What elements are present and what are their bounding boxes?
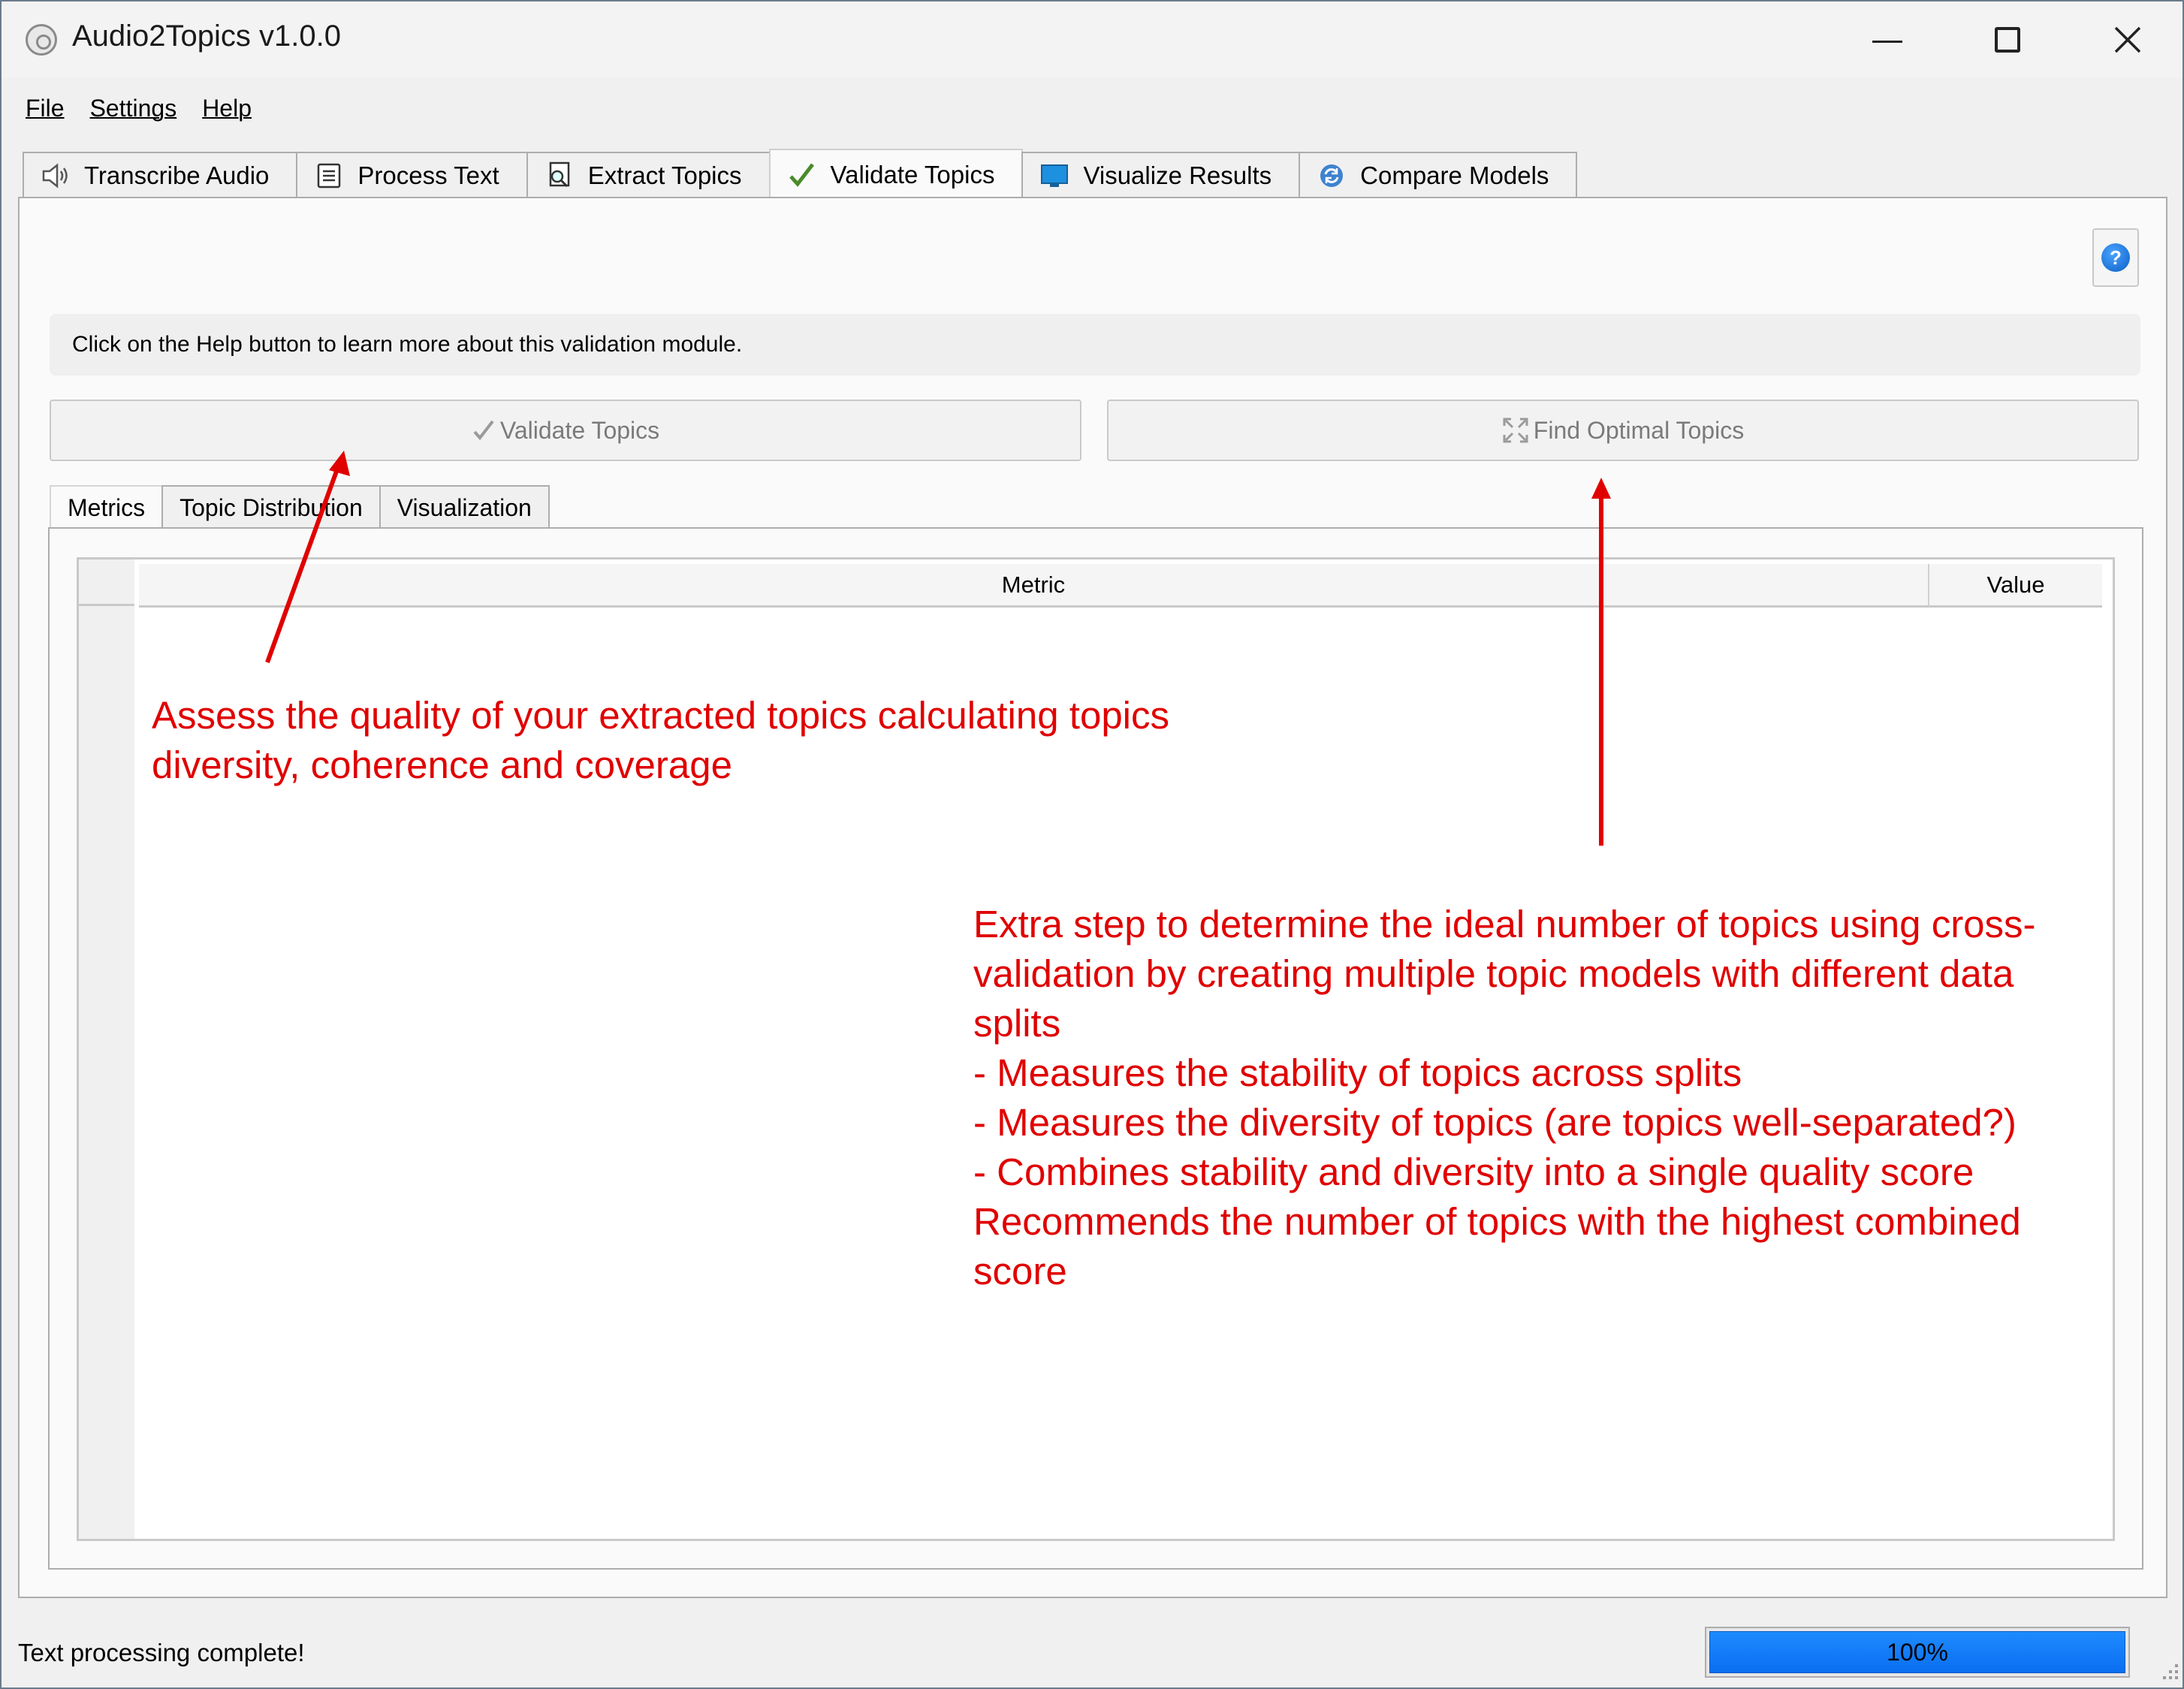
- tab-label: Process Text: [357, 161, 499, 189]
- help-icon: ?: [2101, 243, 2130, 272]
- annotation-validate-topics: Assess the quality of your extracted top…: [152, 694, 1170, 786]
- document-icon: [314, 161, 344, 191]
- checkmark-icon: [473, 420, 494, 441]
- search-document-icon: [544, 161, 575, 191]
- row-header-column: [79, 559, 134, 1539]
- validate-topics-panel: ? Click on the Help button to learn more…: [18, 197, 2167, 1598]
- help-button[interactable]: ?: [2092, 228, 2139, 287]
- tab-label: Compare Models: [1360, 161, 1549, 189]
- annotation-find-optimal-topics: Extra step to determine the ideal number…: [973, 903, 2036, 1292]
- tab-label: Validate Topics: [830, 161, 995, 189]
- tab-transcribe-audio[interactable]: Transcribe Audio: [23, 152, 298, 198]
- app-window: Audio2Topics v1.0.0 File Settings Help T…: [0, 0, 2184, 1689]
- menu-bar: File Settings Help: [2, 86, 2182, 131]
- app-logo-icon: [26, 24, 57, 56]
- tab-label: Visualize Results: [1083, 161, 1272, 189]
- button-label: Validate Topics: [499, 416, 660, 444]
- maximize-icon: [1995, 27, 2020, 53]
- speaker-icon: [41, 161, 71, 191]
- tab-metrics[interactable]: Metrics: [50, 485, 164, 529]
- table-corner[interactable]: [79, 559, 134, 606]
- tab-label: Extract Topics: [587, 161, 742, 189]
- menu-settings[interactable]: Settings: [89, 92, 179, 125]
- minimize-button[interactable]: [1854, 15, 1921, 65]
- window-title: Audio2Topics v1.0.0: [72, 20, 342, 53]
- find-optimal-topics-button[interactable]: Find Optimal Topics: [1107, 400, 2139, 461]
- menu-help[interactable]: Help: [201, 92, 253, 125]
- resize-grip-icon[interactable]: [2158, 1658, 2181, 1685]
- tab-extract-topics[interactable]: Extract Topics: [526, 152, 771, 198]
- tab-visualize-results[interactable]: Visualize Results: [1021, 152, 1301, 198]
- tab-process-text[interactable]: Process Text: [296, 152, 528, 198]
- column-header-metric[interactable]: Metric: [139, 564, 1929, 608]
- button-label: Find Optimal Topics: [1533, 416, 1745, 444]
- monitor-icon: [1039, 161, 1069, 191]
- progress-fill: 100%: [1709, 1631, 2125, 1673]
- validate-topics-button[interactable]: Validate Topics: [50, 400, 1081, 461]
- minimize-icon: [1872, 40, 1902, 43]
- info-message: Click on the Help button to learn more a…: [50, 314, 2140, 376]
- result-tab-bar: Metrics Topic Distribution Visualization: [50, 485, 550, 529]
- tab-validate-topics[interactable]: Validate Topics: [768, 149, 1024, 200]
- expand-icon: [1503, 418, 1528, 443]
- progress-bar: 100%: [1705, 1627, 2130, 1678]
- menu-file[interactable]: File: [24, 92, 66, 125]
- close-icon: [2114, 26, 2141, 53]
- main-tab-bar: Transcribe Audio Process Text Extract To…: [23, 149, 1578, 200]
- maximize-button[interactable]: [1974, 15, 2041, 65]
- tab-compare-models[interactable]: Compare Models: [1299, 152, 1578, 198]
- status-message: Text processing complete!: [18, 1639, 305, 1666]
- tab-visualization[interactable]: Visualization: [379, 485, 550, 529]
- title-bar: Audio2Topics v1.0.0: [2, 2, 2182, 78]
- column-header-value[interactable]: Value: [1929, 564, 2102, 608]
- refresh-icon: [1317, 161, 1347, 191]
- checkmark-icon: [787, 160, 817, 190]
- close-button[interactable]: [2094, 15, 2161, 65]
- tab-topic-distribution[interactable]: Topic Distribution: [161, 485, 381, 529]
- tab-label: Transcribe Audio: [84, 161, 270, 189]
